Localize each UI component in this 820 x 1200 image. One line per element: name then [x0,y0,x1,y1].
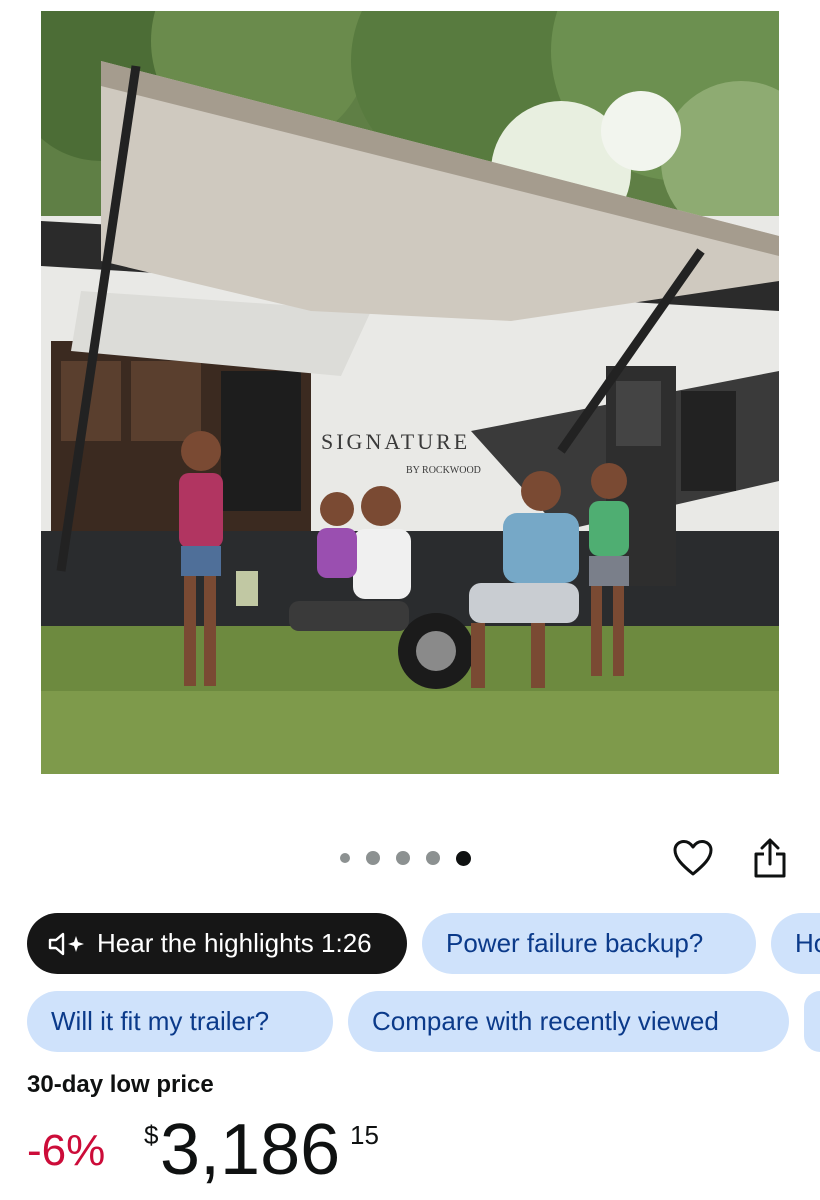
overflow-chip[interactable] [804,991,820,1052]
price-fraction: 15 [350,1120,379,1150]
carousel-dots [340,849,471,867]
fit-trailer-chip[interactable]: Will it fit my trailer? [27,991,333,1052]
compare-recent-label: Compare with recently viewed [372,1006,719,1036]
share-icon [754,838,786,878]
carousel-dot[interactable] [426,851,440,865]
price-currency: $ [144,1120,159,1150]
price-whole: 3,186 [160,1110,341,1190]
carousel-dot[interactable] [366,851,380,865]
power-failure-label: Power failure backup? [446,928,704,958]
ho-chip-label: Ho [795,928,820,958]
carousel-dot-active[interactable] [456,850,471,866]
power-failure-chip[interactable]: Power failure backup? [422,913,756,974]
rv-subbrand-text: BY ROCKWOOD [406,465,481,476]
fit-trailer-label: Will it fit my trailer? [51,1006,270,1036]
discount-percent: -6% [27,1126,106,1175]
compare-recent-chip[interactable]: Compare with recently viewed [348,991,789,1052]
heart-icon [673,840,713,876]
share-button[interactable] [747,835,793,881]
favorite-button[interactable] [670,835,716,881]
price-label: 30-day low price [27,1071,214,1098]
hear-highlights-label: Hear the highlights 1:26 [97,928,372,958]
product-photo: SIGNATURE BY ROCKWOOD [41,11,779,774]
audio-sparkle-icon [48,932,84,955]
product-image[interactable]: SIGNATURE BY ROCKWOOD [41,11,779,774]
carousel-dot[interactable] [340,853,350,863]
carousel-dot[interactable] [396,851,410,865]
ho-chip[interactable]: Ho [771,913,820,974]
hear-highlights-chip[interactable]: Hear the highlights 1:26 [27,913,407,974]
rv-brand-text: SIGNATURE [321,429,470,454]
